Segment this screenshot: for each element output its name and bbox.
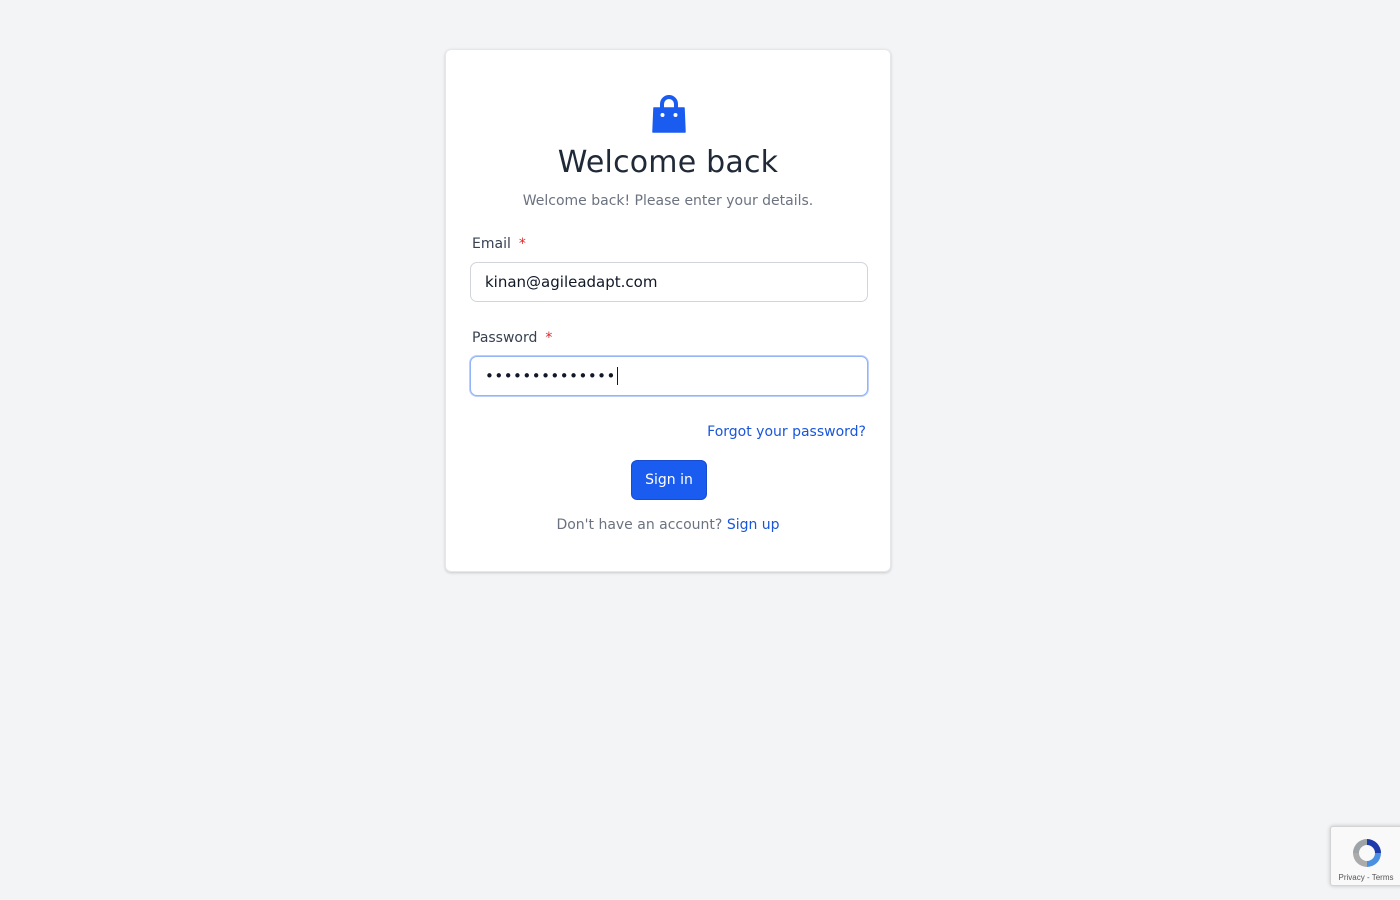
email-value: kinan@agileadapt.com: [485, 273, 658, 291]
sign-up-link[interactable]: Sign up: [727, 517, 780, 533]
email-field[interactable]: kinan@agileadapt.com: [470, 262, 868, 302]
page-title: Welcome back: [557, 145, 779, 180]
recaptcha-separator: -: [1364, 873, 1372, 882]
email-required-mark: *: [518, 236, 526, 252]
shopping-bag-icon: [652, 95, 686, 133]
text-caret: [616, 367, 618, 385]
recaptcha-logo-icon: [1353, 839, 1381, 867]
email-label: Email *: [472, 236, 526, 252]
signup-row: Don't have an account? Sign up: [446, 517, 890, 533]
password-value: ••••••••••••••: [485, 367, 616, 385]
password-label-text: Password: [472, 330, 538, 346]
recaptcha-privacy-link[interactable]: Privacy: [1339, 873, 1365, 882]
forgot-password-link[interactable]: Forgot your password?: [707, 424, 866, 440]
recaptcha-badge[interactable]: Privacy - Terms: [1330, 826, 1400, 886]
password-field[interactable]: ••••••••••••••: [470, 356, 868, 396]
login-card: Welcome back Welcome back! Please enter …: [445, 49, 891, 572]
sign-in-button[interactable]: Sign in: [631, 460, 707, 500]
page-subtitle: Welcome back! Please enter your details.: [522, 193, 814, 209]
password-label: Password *: [472, 330, 552, 346]
email-label-text: Email: [472, 236, 511, 252]
recaptcha-links: Privacy - Terms: [1331, 873, 1400, 882]
recaptcha-terms-link[interactable]: Terms: [1372, 873, 1394, 882]
signup-prompt: Don't have an account?: [556, 517, 723, 533]
password-required-mark: *: [545, 330, 553, 346]
